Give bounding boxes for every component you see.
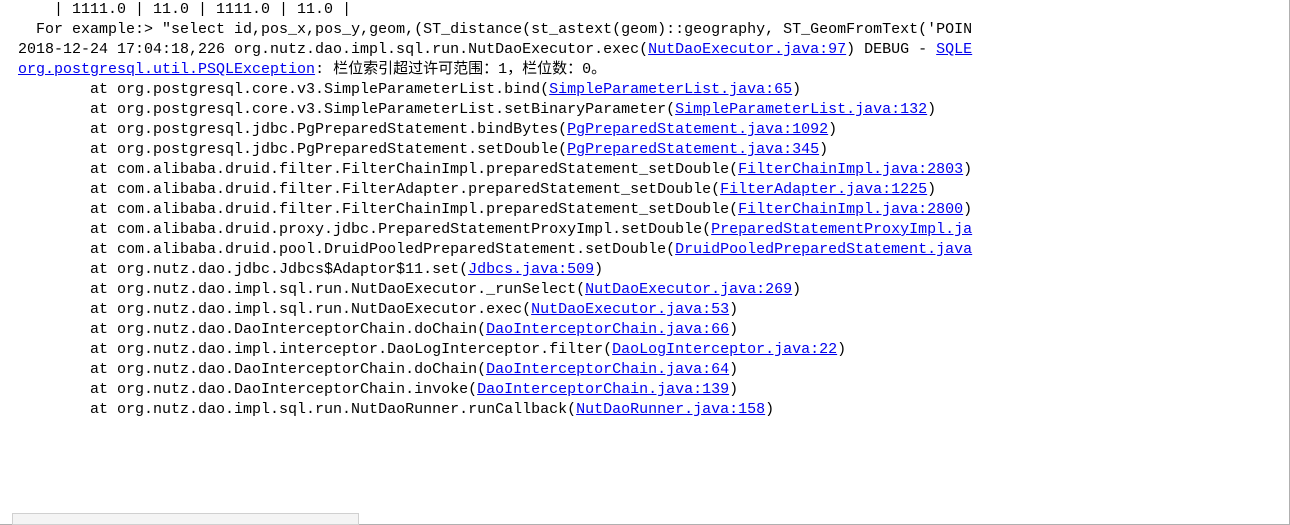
console-line: at org.nutz.dao.impl.sql.run.NutDaoRunne… xyxy=(0,400,1289,420)
trace-text: at org.postgresql.core.v3.SimpleParamete… xyxy=(90,101,675,118)
console-line: at org.postgresql.jdbc.PgPreparedStateme… xyxy=(0,140,1289,160)
trace-text: 2018-12-24 17:04:18,226 org.nutz.dao.imp… xyxy=(18,41,648,58)
source-link[interactable]: DaoInterceptorChain.java:66 xyxy=(486,321,729,338)
source-link[interactable]: NutDaoExecutor.java:97 xyxy=(648,41,846,58)
console-output[interactable]: | 1111.0 | 11.0 | 1111.0 | 11.0 | For ex… xyxy=(0,0,1290,525)
source-link[interactable]: PgPreparedStatement.java:345 xyxy=(567,141,819,158)
console-line: at com.alibaba.druid.filter.FilterChainI… xyxy=(0,200,1289,220)
trace-text: ) xyxy=(828,121,837,138)
source-link[interactable]: org.postgresql.util.PSQLException xyxy=(18,61,315,78)
console-line: at org.nutz.dao.DaoInterceptorChain.invo… xyxy=(0,380,1289,400)
trace-text: : 栏位索引超过许可范围：1，栏位数：0。 xyxy=(315,61,606,78)
console-line: org.postgresql.util.PSQLException: 栏位索引超… xyxy=(0,60,1289,80)
trace-text: ) DEBUG - xyxy=(846,41,936,58)
source-link[interactable]: NutDaoExecutor.java:269 xyxy=(585,281,792,298)
source-link[interactable]: NutDaoRunner.java:158 xyxy=(576,401,765,418)
source-link[interactable]: PgPreparedStatement.java:1092 xyxy=(567,121,828,138)
horizontal-scrollbar[interactable] xyxy=(12,513,359,525)
source-link[interactable]: FilterChainImpl.java:2800 xyxy=(738,201,963,218)
trace-text: ) xyxy=(819,141,828,158)
trace-text: ) xyxy=(729,321,738,338)
console-line: at org.nutz.dao.impl.sql.run.NutDaoExecu… xyxy=(0,280,1289,300)
source-link[interactable]: DruidPooledPreparedStatement.java xyxy=(675,241,972,258)
trace-text: ) xyxy=(792,81,801,98)
trace-text: at org.nutz.dao.DaoInterceptorChain.doCh… xyxy=(90,361,486,378)
console-line: at org.nutz.dao.impl.sql.run.NutDaoExecu… xyxy=(0,300,1289,320)
trace-text: ) xyxy=(729,381,738,398)
trace-text: ) xyxy=(765,401,774,418)
source-link[interactable]: SimpleParameterList.java:65 xyxy=(549,81,792,98)
source-link[interactable]: FilterAdapter.java:1225 xyxy=(720,181,927,198)
console-line: at com.alibaba.druid.pool.DruidPooledPre… xyxy=(0,240,1289,260)
console-line: at org.nutz.dao.DaoInterceptorChain.doCh… xyxy=(0,360,1289,380)
trace-text: ) xyxy=(837,341,846,358)
vertical-scrollbar[interactable] xyxy=(1286,0,1290,525)
source-link[interactable]: NutDaoExecutor.java:53 xyxy=(531,301,729,318)
trace-text: at org.postgresql.jdbc.PgPreparedStateme… xyxy=(90,121,567,138)
trace-text: For example:> "select id,pos_x,pos_y,geo… xyxy=(36,21,972,38)
trace-text: at com.alibaba.druid.filter.FilterAdapte… xyxy=(90,181,720,198)
trace-text: at com.alibaba.druid.proxy.jdbc.Prepared… xyxy=(90,221,711,238)
console-line: at com.alibaba.druid.filter.FilterAdapte… xyxy=(0,180,1289,200)
trace-text: ) xyxy=(927,101,936,118)
source-link[interactable]: DaoLogInterceptor.java:22 xyxy=(612,341,837,358)
console-line: at org.postgresql.core.v3.SimpleParamete… xyxy=(0,100,1289,120)
trace-text: at org.nutz.dao.DaoInterceptorChain.doCh… xyxy=(90,321,486,338)
console-line: at com.alibaba.druid.filter.FilterChainI… xyxy=(0,160,1289,180)
trace-text: ) xyxy=(792,281,801,298)
console-line: at org.postgresql.core.v3.SimpleParamete… xyxy=(0,80,1289,100)
trace-text: at com.alibaba.druid.filter.FilterChainI… xyxy=(90,201,738,218)
trace-text: at org.nutz.dao.impl.sql.run.NutDaoExecu… xyxy=(90,301,531,318)
source-link[interactable]: PreparedStatementProxyImpl.ja xyxy=(711,221,972,238)
console-line: at org.nutz.dao.jdbc.Jdbcs$Adaptor$11.se… xyxy=(0,260,1289,280)
trace-text: at com.alibaba.druid.filter.FilterChainI… xyxy=(90,161,738,178)
trace-text: at org.nutz.dao.impl.interceptor.DaoLogI… xyxy=(90,341,612,358)
trace-text: at org.postgresql.core.v3.SimpleParamete… xyxy=(90,81,549,98)
source-link[interactable]: Jdbcs.java:509 xyxy=(468,261,594,278)
trace-text: at org.postgresql.jdbc.PgPreparedStateme… xyxy=(90,141,567,158)
trace-text: ) xyxy=(963,201,972,218)
console-line: at org.nutz.dao.impl.interceptor.DaoLogI… xyxy=(0,340,1289,360)
trace-text: ) xyxy=(594,261,603,278)
trace-text: at org.nutz.dao.impl.sql.run.NutDaoRunne… xyxy=(90,401,576,418)
console-line: 2018-12-24 17:04:18,226 org.nutz.dao.imp… xyxy=(0,40,1289,60)
source-link[interactable]: FilterChainImpl.java:2803 xyxy=(738,161,963,178)
console-line: at com.alibaba.druid.proxy.jdbc.Prepared… xyxy=(0,220,1289,240)
console-line: at org.nutz.dao.DaoInterceptorChain.doCh… xyxy=(0,320,1289,340)
trace-text: at org.nutz.dao.impl.sql.run.NutDaoExecu… xyxy=(90,281,585,298)
trace-text: ) xyxy=(927,181,936,198)
source-link[interactable]: DaoInterceptorChain.java:64 xyxy=(486,361,729,378)
console-line: at org.postgresql.jdbc.PgPreparedStateme… xyxy=(0,120,1289,140)
source-link[interactable]: SimpleParameterList.java:132 xyxy=(675,101,927,118)
trace-text: ) xyxy=(729,301,738,318)
trace-text: ) xyxy=(963,161,972,178)
trace-text: | 1111.0 | 11.0 | 1111.0 | 11.0 | xyxy=(54,1,351,18)
source-link[interactable]: SQLE xyxy=(936,41,972,58)
console-line: For example:> "select id,pos_x,pos_y,geo… xyxy=(0,20,1289,40)
console-line: | 1111.0 | 11.0 | 1111.0 | 11.0 | xyxy=(0,0,1289,20)
trace-text: ) xyxy=(729,361,738,378)
source-link[interactable]: DaoInterceptorChain.java:139 xyxy=(477,381,729,398)
trace-text: at org.nutz.dao.jdbc.Jdbcs$Adaptor$11.se… xyxy=(90,261,468,278)
trace-text: at org.nutz.dao.DaoInterceptorChain.invo… xyxy=(90,381,477,398)
trace-text: at com.alibaba.druid.pool.DruidPooledPre… xyxy=(90,241,675,258)
